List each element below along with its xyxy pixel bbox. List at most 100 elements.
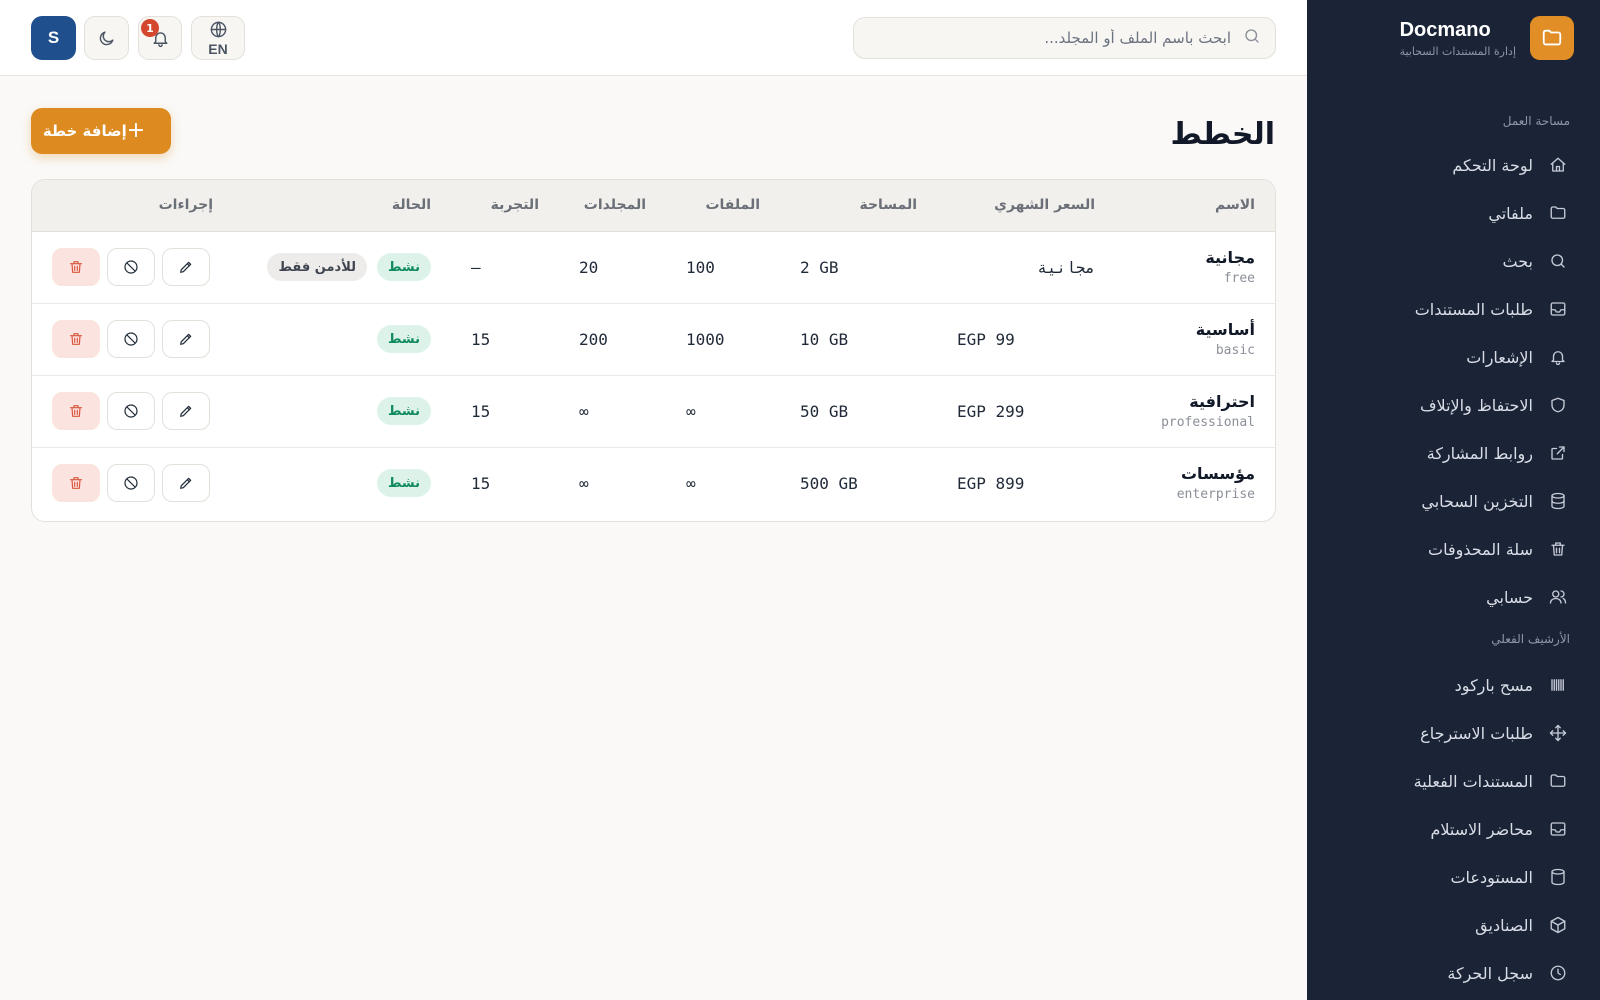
ban-icon [124,476,138,490]
sidebar-item-notifications[interactable]: الإشعارات [1307,333,1600,381]
column-header-price[interactable]: السعر الشهري [937,180,1115,232]
language-toggle-button[interactable]: EN [191,16,245,60]
database-icon [1548,491,1568,511]
plan-files: 1000 [686,329,725,349]
plan-folders: 200 [579,329,608,349]
brand-subtitle: إدارة المستندات السحابية [1399,44,1516,58]
disable-button[interactable] [107,320,155,358]
sidebar-item-boxes[interactable]: الصناديق [1307,901,1600,949]
plan-code: professional [1161,415,1255,430]
plan-price: مجانية [1037,257,1095,277]
admin-only-badge: للأدمن فقط [267,253,367,281]
search-input[interactable] [871,29,1231,47]
barcode-icon [1548,675,1568,695]
sidebar-item-label: بحث [1502,251,1534,271]
moon-icon [99,30,114,45]
delete-button[interactable] [52,320,100,358]
plan-price: EGP 299 [957,401,1025,421]
sidebar-item-retrieval-requests[interactable]: طلبات الاسترجاع [1307,709,1600,757]
sidebar-item-label: محاضر الاستلام [1430,819,1533,839]
pencil-icon [180,477,192,490]
plans-table: الاسم السعر الشهري المساحة الملفات المجل… [31,179,1276,522]
sidebar-item-label: المستودعات [1450,867,1533,887]
edit-button[interactable] [162,464,210,503]
pencil-icon [180,333,192,345]
plan-folders: 20 [579,257,599,277]
sidebar-item-trash[interactable]: سلة المحذوفات [1307,525,1600,573]
sidebar-item-receipt-records[interactable]: محاضر الاستلام [1307,805,1600,853]
search-icon [1548,251,1568,271]
sidebar-item-retention[interactable]: الاحتفاظ والإتلاف [1307,381,1600,429]
edit-button[interactable] [162,320,210,358]
column-header-storage[interactable]: المساحة [780,180,937,232]
column-header-status[interactable]: الحالة [233,180,451,232]
sidebar-item-label: روابط المشاركة [1426,443,1533,463]
sidebar-item-warehouses[interactable]: المستودعات [1307,853,1600,901]
plan-name: مؤسسات [1180,464,1255,484]
status-badge: نشط [376,469,431,498]
inbox-icon [1548,299,1568,319]
sidebar-item-label: طلبات المستندات [1414,299,1533,319]
brand: Docmano إدارة المستندات السحابية [1307,0,1600,75]
sidebar-item-label: حسابي [1486,587,1533,607]
sidebar-item-label: الاحتفاظ والإتلاف [1419,395,1533,415]
plan-storage: 10 GB [800,329,849,349]
sidebar-item-share-links[interactable]: روابط المشاركة [1307,429,1600,477]
shield-icon [1548,395,1568,415]
page-title: الخطط [1170,117,1275,152]
sidebar-item-my-files[interactable]: ملفاتي [1307,189,1600,237]
edit-button[interactable] [162,248,210,286]
plan-storage: 2 GB [800,257,839,277]
plan-storage: 50 GB [800,401,849,421]
table-header-row: الاسم السعر الشهري المساحة الملفات المجل… [32,180,1275,232]
sidebar-item-label: الإشعارات [1466,347,1533,367]
section-title-workspace: مساحة العمل [1502,114,1570,128]
plan-name: مجانية [1205,248,1255,267]
table-row: مؤسسات enterprise EGP 899 500 GB ∞ ∞ 15 ن… [32,447,1275,519]
archive-nav: مسح باركود طلبات الاسترجاع المستندات الف… [1307,661,1600,997]
sidebar: Docmano إدارة المستندات السحابية مساحة ا… [1307,0,1600,1000]
home-icon [1548,155,1568,175]
trash-icon [70,261,82,273]
ban-icon [124,404,138,418]
column-header-files[interactable]: الملفات [666,180,780,232]
clock-icon [1548,963,1568,983]
plan-folders: ∞ [579,401,589,421]
ban-icon [124,332,138,346]
add-plan-button[interactable]: + إضافة خطة [31,108,171,154]
sidebar-item-barcode-scan[interactable]: مسح باركود [1307,661,1600,709]
column-header-name[interactable]: الاسم [1115,180,1275,232]
delete-button[interactable] [52,464,100,503]
disable-button[interactable] [107,464,155,503]
delete-button[interactable] [52,248,100,286]
delete-button[interactable] [52,392,100,430]
add-plan-label: إضافة خطة [42,122,127,140]
search-box[interactable] [853,17,1276,59]
plan-trial: 15 [471,329,491,349]
bell-icon [1548,347,1568,367]
plan-code: enterprise [1176,487,1255,503]
sidebar-item-movement-log[interactable]: سجل الحركة [1307,949,1600,997]
plan-price: EGP 99 [957,329,1015,349]
pencil-icon [180,261,192,273]
sidebar-item-cloud-storage[interactable]: التخزين السحابي [1307,477,1600,525]
theme-toggle-button[interactable] [84,16,129,60]
pencil-icon [180,405,192,417]
plan-files: ∞ [686,401,696,421]
column-header-folders[interactable]: المجلدات [559,180,666,232]
sidebar-item-search[interactable]: بحث [1307,237,1600,285]
folder-logo-icon [1530,15,1574,60]
edit-button[interactable] [162,392,210,430]
sidebar-item-my-account[interactable]: حسابي [1307,573,1600,621]
sidebar-item-dashboard[interactable]: لوحة التحكم [1307,141,1600,189]
sidebar-item-physical-documents[interactable]: المستندات الفعلية [1307,757,1600,805]
disable-button[interactable] [107,248,155,286]
workspace-nav: لوحة التحكم ملفاتي بحث طلبات المستندات ا… [1307,141,1600,621]
disable-button[interactable] [107,392,155,430]
sidebar-item-document-requests[interactable]: طلبات المستندات [1307,285,1600,333]
trash-icon [70,477,82,490]
sidebar-item-label: مسح باركود [1454,675,1533,695]
box-icon [1548,915,1568,935]
avatar[interactable]: S [31,16,76,60]
column-header-trial[interactable]: التجربة [451,180,559,232]
